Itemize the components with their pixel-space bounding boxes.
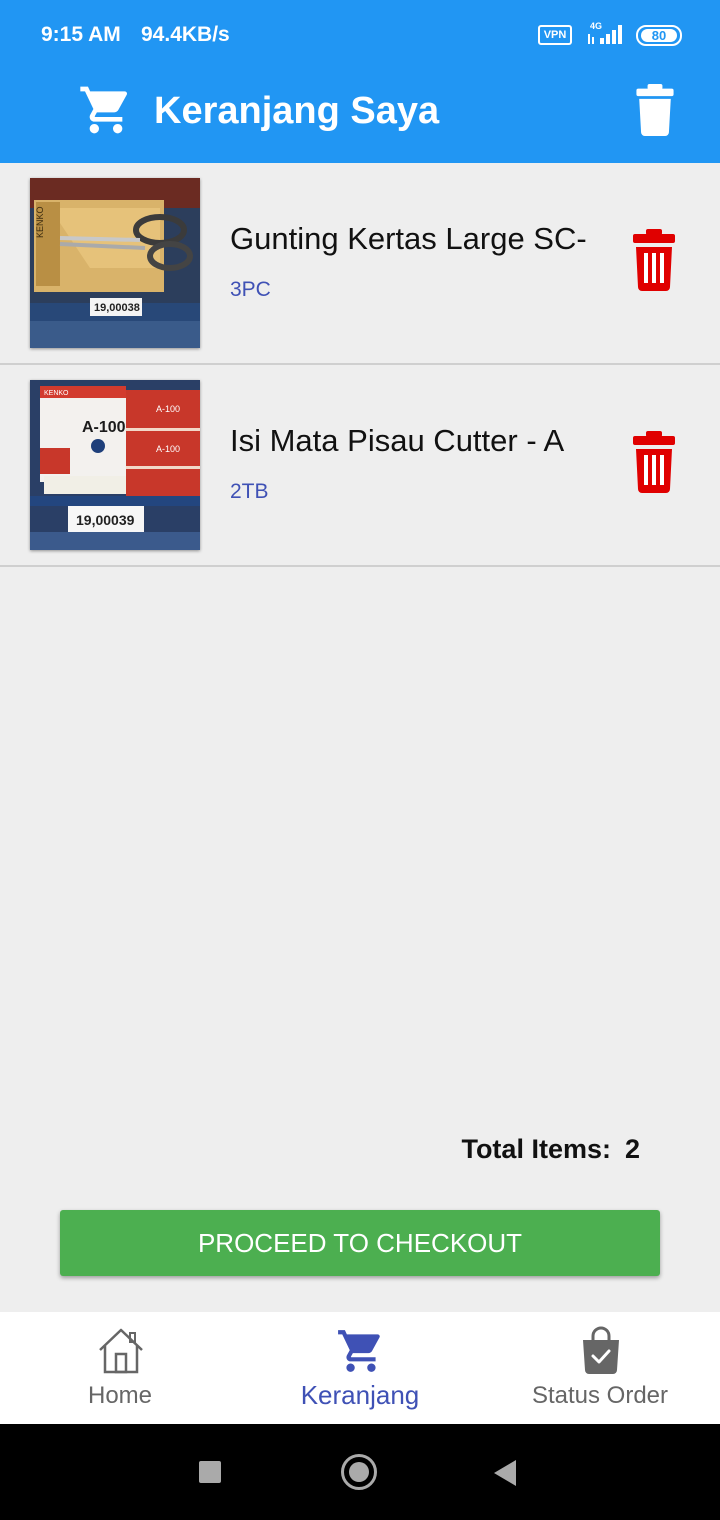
- shopping-bag-check-icon: [583, 1326, 619, 1374]
- bottom-navigation: Home Keranjang Status Order: [0, 1312, 720, 1424]
- cart-icon: [338, 1330, 380, 1372]
- delete-item-icon[interactable]: [630, 431, 678, 493]
- recent-apps-icon[interactable]: [199, 1461, 221, 1483]
- back-triangle-icon[interactable]: [494, 1460, 516, 1486]
- product-brand: KENKO: [35, 206, 45, 238]
- box-model-label: A-100: [82, 419, 126, 436]
- home-icon: [99, 1328, 143, 1374]
- price-label: 19,00038: [94, 302, 140, 314]
- battery-level: 80: [641, 29, 677, 42]
- total-items-label: Total Items:: [461, 1134, 611, 1164]
- nav-keranjang[interactable]: Keranjang: [240, 1312, 480, 1424]
- nav-keranjang-label: Keranjang: [300, 1380, 420, 1410]
- product-image-cutter-blade: A-100 A-100 KENKO A-100 19,00039: [30, 380, 200, 550]
- status-time: 9:15 AM: [41, 23, 121, 46]
- network-speed: 94.4KB/s: [141, 23, 230, 46]
- network-type: 4G: [590, 21, 602, 31]
- signal-icon: 4G: [588, 21, 622, 44]
- product-name: Gunting Kertas Large SC-: [230, 221, 587, 256]
- delete-item-icon[interactable]: [630, 229, 678, 291]
- nav-status-order-label: Status Order: [531, 1382, 669, 1409]
- nav-home[interactable]: Home: [0, 1312, 240, 1424]
- status-bar: 9:15 AM 94.4KB/s VPN 4G 80: [0, 0, 720, 70]
- vpn-icon: VPN: [538, 25, 572, 45]
- price-label: 19,00039: [76, 512, 135, 528]
- cart-icon: [80, 86, 128, 134]
- nav-status-order[interactable]: Status Order: [480, 1312, 720, 1424]
- battery-icon: 80: [636, 25, 682, 46]
- box-model-label: A-100: [156, 404, 180, 414]
- product-unit: 2TB: [230, 480, 269, 503]
- proceed-to-checkout-button[interactable]: PROCEED TO CHECKOUT: [60, 1210, 660, 1276]
- home-circle-icon[interactable]: [341, 1454, 377, 1490]
- box-model-label: A-100: [156, 444, 180, 454]
- page-title: Keranjang Saya: [154, 90, 440, 132]
- cart-item[interactable]: KENKO 19,00038 Gunting Kertas Large SC- …: [0, 163, 720, 365]
- total-items-value: 2: [624, 1134, 640, 1164]
- total-items: Total Items: 2: [461, 1134, 640, 1165]
- nav-home-label: Home: [87, 1382, 153, 1409]
- product-name: Isi Mata Pisau Cutter - A: [230, 423, 565, 458]
- clear-cart-trash-icon[interactable]: [632, 84, 678, 136]
- system-navigation-bar: [0, 1424, 720, 1520]
- cart-item[interactable]: A-100 A-100 KENKO A-100 19,00039 Isi Mat…: [0, 365, 720, 567]
- product-brand: KENKO: [44, 390, 69, 397]
- product-image-scissors: KENKO 19,00038: [30, 178, 200, 348]
- app-bar: Keranjang Saya: [0, 70, 720, 163]
- product-unit: 3PC: [230, 278, 271, 301]
